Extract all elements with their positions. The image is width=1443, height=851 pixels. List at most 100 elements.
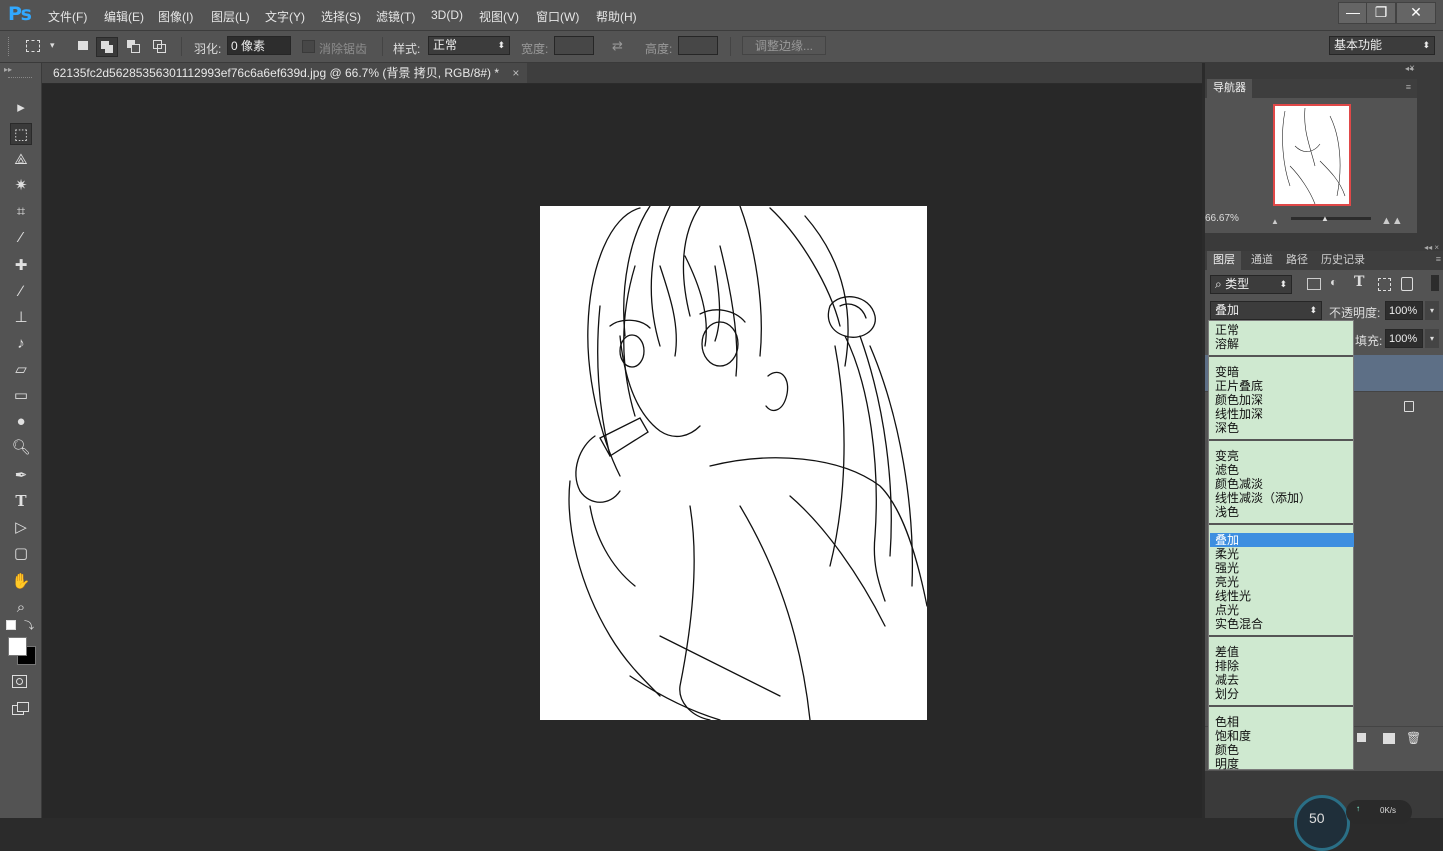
type-filter-icon[interactable]: T (1354, 274, 1364, 290)
blend-option[interactable]: 柔光 (1215, 547, 1351, 561)
zoom-tool[interactable]: ⌕ (10, 597, 32, 619)
document-tab[interactable]: 62135fc2d56285356301112993ef76c6a6ef639d… (42, 63, 528, 83)
tab-paths[interactable]: 路径 (1280, 251, 1314, 270)
menu-image[interactable]: 图像(I) (158, 8, 193, 25)
antialias-checkbox[interactable] (302, 40, 315, 53)
new-layer-icon[interactable] (1383, 733, 1395, 744)
chevron-down-icon[interactable]: ▾ (50, 40, 55, 51)
swap-icon[interactable]: ⇄ (612, 38, 623, 54)
blend-option[interactable]: 划分 (1215, 687, 1351, 701)
default-colors-icon[interactable] (6, 620, 16, 630)
eraser-tool[interactable]: ▱ (10, 359, 32, 381)
foreground-color-swatch[interactable] (8, 637, 27, 656)
menu-select[interactable]: 选择(S) (321, 8, 361, 25)
blend-option[interactable]: 强光 (1215, 561, 1351, 575)
history-brush-tool[interactable]: ♪ (10, 333, 32, 355)
restore-button[interactable]: ❐ (1366, 2, 1396, 24)
blend-option[interactable]: 明度 (1215, 757, 1351, 771)
path-selection-tool[interactable]: ▷ (10, 517, 32, 539)
lasso-tool[interactable]: ⟁ (10, 149, 32, 171)
zoom-slider-thumb[interactable]: ▲ (1321, 214, 1329, 223)
layer-filter-select[interactable]: ⌕ 类型 ⬍ (1210, 275, 1292, 294)
hand-tool[interactable]: ✋ (10, 571, 32, 593)
blur-tool[interactable]: ● (10, 411, 32, 433)
menu-window[interactable]: 窗口(W) (536, 8, 579, 25)
blend-option[interactable]: 排除 (1215, 659, 1351, 673)
new-selection-icon[interactable] (78, 41, 88, 50)
zoom-in-icon[interactable]: ▲▲ (1381, 215, 1403, 227)
blend-option[interactable]: 滤色 (1215, 463, 1351, 477)
blend-option[interactable]: 叠加 (1210, 533, 1354, 547)
smart-object-filter-icon[interactable] (1401, 277, 1413, 291)
blend-option[interactable]: 颜色 (1215, 743, 1351, 757)
tab-history[interactable]: 历史记录 (1315, 251, 1371, 270)
tab-channels[interactable]: 通道 (1245, 251, 1279, 270)
opacity-input[interactable]: 100% (1385, 301, 1423, 320)
height-input[interactable] (678, 36, 718, 55)
tab-navigator[interactable]: 导航器 (1207, 79, 1252, 98)
blend-option[interactable]: 线性加深 (1215, 407, 1351, 421)
feather-input[interactable]: 0 像素 (227, 36, 291, 55)
pen-tool[interactable]: ✒ (10, 465, 32, 487)
eyedropper-tool[interactable]: ⁄ (10, 227, 32, 249)
swap-colors-icon[interactable]: ⤵ (24, 617, 34, 632)
blend-option[interactable]: 实色混合 (1215, 617, 1351, 631)
width-input[interactable] (554, 36, 594, 55)
menu-layer[interactable]: 图层(L) (211, 8, 250, 25)
crop-tool[interactable]: ⌗ (10, 201, 32, 223)
menu-edit[interactable]: 编辑(E) (104, 8, 144, 25)
document-canvas[interactable] (540, 205, 928, 721)
close-button[interactable]: ✕ (1396, 2, 1436, 24)
shape-tool[interactable]: ▢ (10, 543, 32, 565)
add-selection-icon[interactable] (96, 37, 118, 57)
dodge-tool[interactable]: 🔍︎ (10, 437, 32, 459)
zoom-slider-track[interactable] (1291, 217, 1371, 220)
fill-input[interactable]: 100% (1385, 329, 1423, 348)
chevron-down-icon[interactable]: ▾ (1425, 329, 1439, 348)
blend-option[interactable]: 浅色 (1215, 505, 1351, 519)
chevron-down-icon[interactable]: ▾ (1425, 301, 1439, 320)
brush-tool[interactable]: ∕ (10, 281, 32, 303)
filter-toggle[interactable] (1431, 275, 1439, 291)
blend-option[interactable]: 饱和度 (1215, 729, 1351, 743)
menu-view[interactable]: 视图(V) (479, 8, 519, 25)
blend-option[interactable]: 溶解 (1215, 337, 1351, 351)
blend-option[interactable]: 变暗 (1215, 365, 1351, 379)
screen-mode-icon[interactable] (12, 702, 29, 715)
refine-edge-button[interactable]: 调整边缘... (742, 36, 826, 55)
healing-brush-tool[interactable]: ✚ (10, 255, 32, 277)
close-panel-icon[interactable]: × (1409, 63, 1415, 74)
menu-filter[interactable]: 滤镜(T) (376, 8, 415, 25)
menu-type[interactable]: 文字(Y) (265, 8, 305, 25)
clone-stamp-tool[interactable]: ⊥ (10, 307, 32, 329)
menu-file[interactable]: 文件(F) (48, 8, 87, 25)
navigator-thumbnail[interactable] (1273, 104, 1351, 206)
blend-option[interactable]: 差值 (1215, 645, 1351, 659)
blend-option[interactable]: 深色 (1215, 421, 1351, 435)
adjustment-filter-icon[interactable]: ◐ (1330, 275, 1337, 289)
new-group-icon[interactable] (1357, 733, 1366, 742)
blend-option[interactable]: 亮光 (1215, 575, 1351, 589)
trash-icon[interactable]: 🗑 (1406, 731, 1421, 745)
blend-option[interactable]: 正片叠底 (1215, 379, 1351, 393)
blend-option[interactable]: 减去 (1215, 673, 1351, 687)
blend-mode-select[interactable]: 叠加 ⬍ (1210, 301, 1322, 320)
close-tab-icon[interactable]: × (512, 66, 519, 80)
blend-option[interactable]: 变亮 (1215, 449, 1351, 463)
tab-layers[interactable]: 图层 (1207, 251, 1241, 270)
shape-filter-icon[interactable] (1378, 278, 1391, 291)
menu-help[interactable]: 帮助(H) (596, 8, 637, 25)
blend-option[interactable]: 线性减淡（添加） (1215, 491, 1351, 505)
zoom-out-icon[interactable]: ▲ (1271, 217, 1279, 226)
blend-option[interactable]: 正常 (1215, 323, 1351, 337)
marquee-preset-icon[interactable] (26, 40, 40, 52)
collapse-icon[interactable]: ▸▸ (4, 65, 12, 74)
style-select[interactable]: 正常 ⬍ (428, 36, 510, 55)
subtract-selection-icon[interactable] (127, 40, 140, 53)
quick-mask-icon[interactable] (12, 675, 27, 688)
minimize-button[interactable]: — (1338, 2, 1368, 24)
gradient-tool[interactable]: ▭ (10, 385, 32, 407)
marquee-tool[interactable]: ⬚ (10, 123, 32, 145)
move-tool[interactable]: ▸ (10, 97, 32, 119)
workspace-select[interactable]: 基本功能 ⬍ (1329, 36, 1435, 55)
